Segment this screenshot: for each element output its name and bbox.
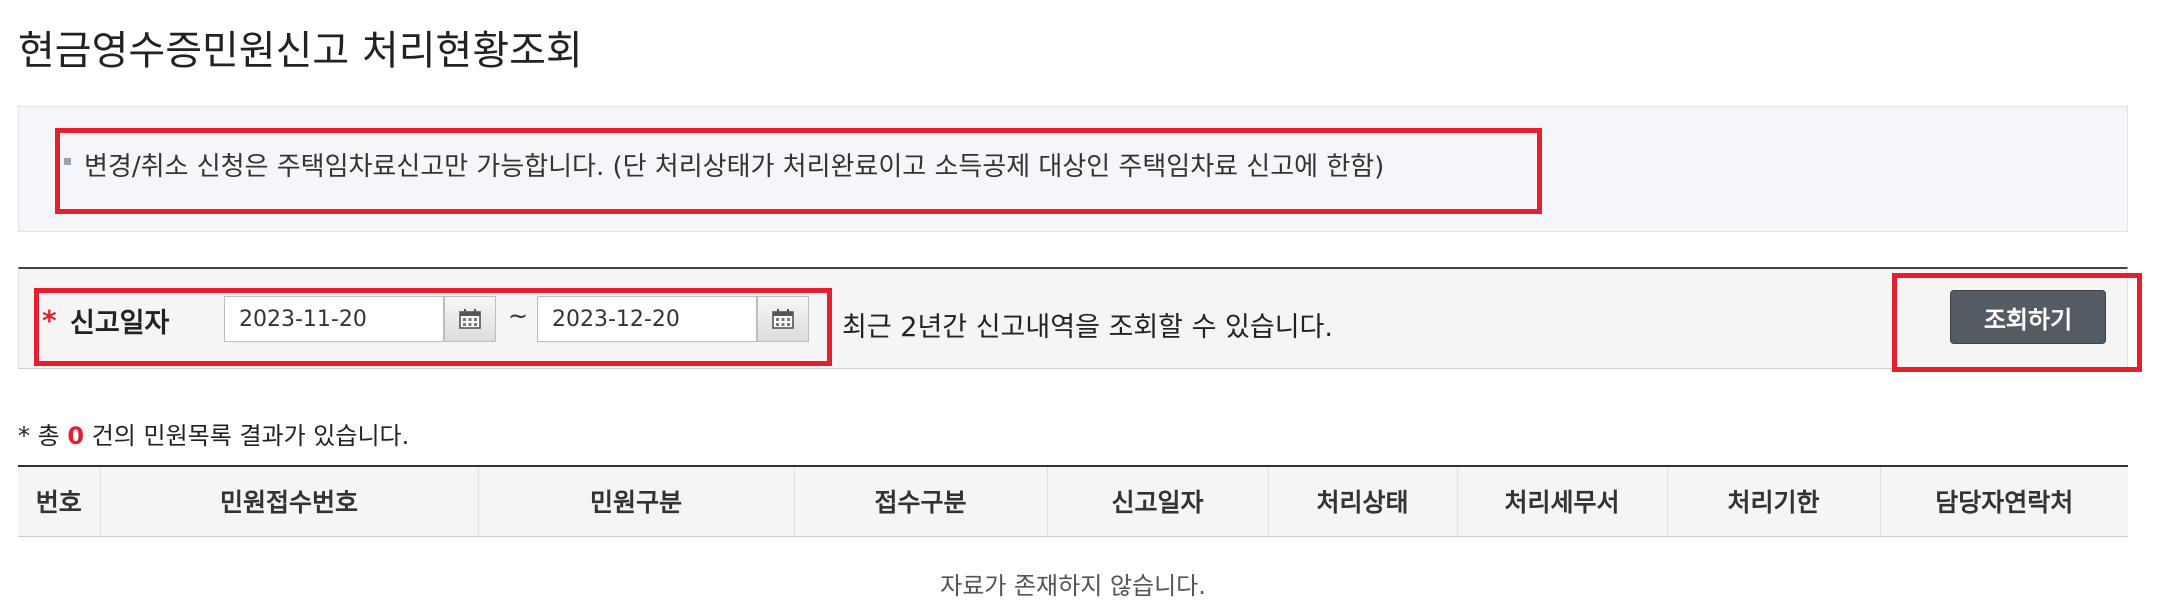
notice-highlight-frame [55, 128, 1542, 214]
search-button-highlight-frame [1892, 273, 2142, 372]
column-header-receipt-type: 접수구분 [794, 465, 1048, 537]
column-header-receipt-number: 민원접수번호 [100, 465, 479, 537]
column-header-status: 처리상태 [1268, 465, 1458, 537]
column-header-deadline: 처리기한 [1667, 465, 1881, 537]
table-row: 자료가 존재하지 않습니다. [18, 536, 2128, 600]
result-count: 0 [67, 422, 85, 450]
page: 현금영수증민원신고 처리현황조회 변경/취소 신청은 주택임차료신고만 가능합니… [0, 0, 2169, 600]
result-summary: * 총 0 건의 민원목록 결과가 있습니다. [18, 416, 409, 451]
search-period-hint: 최근 2년간 신고내역을 조회할 수 있습니다. [842, 312, 1333, 343]
column-header-report-date: 신고일자 [1047, 465, 1269, 537]
page-title: 현금영수증민원신고 처리현황조회 [18, 28, 583, 74]
date-range-highlight-frame [34, 288, 832, 366]
complaint-results-table: 번호 민원접수번호 민원구분 접수구분 신고일자 처리상태 처리세무서 처리기한… [18, 465, 2128, 600]
table-header-row: 번호 민원접수번호 민원구분 접수구분 신고일자 처리상태 처리세무서 처리기한… [18, 465, 2128, 537]
empty-result-message: 자료가 존재하지 않습니다. [18, 536, 2128, 600]
column-header-number: 번호 [18, 465, 101, 537]
result-summary-prefix: * 총 [18, 422, 60, 450]
column-header-tax-office: 처리세무서 [1457, 465, 1668, 537]
column-header-contact: 담당자연락처 [1880, 465, 2128, 537]
result-summary-suffix: 건의 민원목록 결과가 있습니다. [91, 422, 410, 450]
column-header-complaint-type: 민원구분 [478, 465, 795, 537]
